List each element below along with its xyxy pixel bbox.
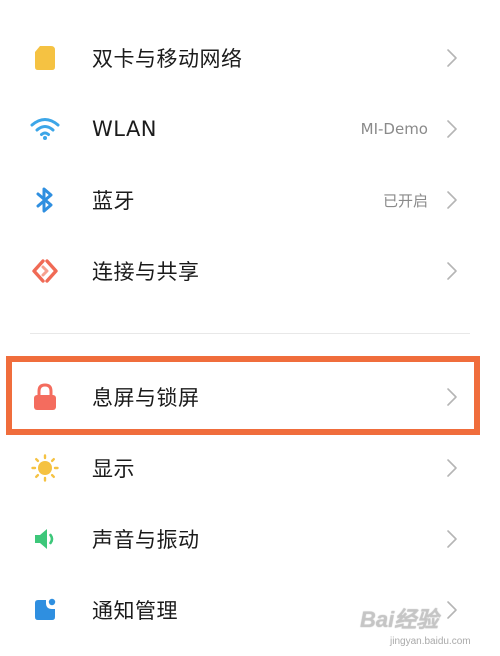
settings-item-label: 连接与共享 — [92, 260, 200, 284]
speaker-icon — [30, 524, 60, 554]
settings-item-lock-screen[interactable]: 息屏与锁屏 — [0, 367, 500, 427]
chevron-right-icon — [444, 260, 460, 282]
watermark-logo-text: Bai经验 — [360, 607, 439, 632]
settings-item-label: 双卡与移动网络 — [92, 47, 243, 71]
settings-item-label: 显示 — [92, 457, 135, 481]
chevron-right-icon — [444, 457, 460, 479]
settings-item-wlan[interactable]: WLAN MI-Demo — [0, 99, 500, 159]
baidu-jingyan-watermark: Bai经验 jingyan.baidu.com — [354, 596, 494, 654]
notification-icon — [30, 595, 60, 625]
settings-item-value: 已开启 — [382, 191, 428, 210]
chevron-right-icon — [444, 189, 460, 211]
watermark-url: jingyan.baidu.com — [390, 636, 471, 647]
sun-icon — [30, 453, 60, 483]
wifi-icon — [30, 114, 60, 144]
lock-icon — [30, 382, 60, 412]
chevron-right-icon — [444, 528, 460, 550]
sim-card-icon — [30, 43, 60, 73]
connection-sharing-icon — [30, 256, 60, 286]
settings-item-label: WLAN — [92, 117, 158, 141]
settings-item-label: 息屏与锁屏 — [92, 386, 200, 410]
settings-item-sound-vibration[interactable]: 声音与振动 — [0, 509, 500, 569]
settings-list: 双卡与移动网络 WLAN MI-Demo 蓝牙 已开启 连接与共享 息屏与锁屏 … — [0, 0, 500, 656]
section-divider — [30, 333, 470, 334]
chevron-right-icon — [444, 118, 460, 140]
settings-item-label: 蓝牙 — [92, 189, 135, 213]
settings-item-display[interactable]: 显示 — [0, 438, 500, 498]
chevron-right-icon — [444, 386, 460, 408]
settings-item-label: 通知管理 — [92, 599, 178, 623]
settings-item-dual-sim[interactable]: 双卡与移动网络 — [0, 28, 500, 88]
settings-item-connection-sharing[interactable]: 连接与共享 — [0, 241, 500, 301]
chevron-right-icon — [444, 47, 460, 69]
settings-item-value: MI-Demo — [360, 120, 428, 138]
bluetooth-icon — [30, 185, 60, 215]
settings-item-bluetooth[interactable]: 蓝牙 已开启 — [0, 170, 500, 230]
settings-item-label: 声音与振动 — [92, 528, 200, 552]
